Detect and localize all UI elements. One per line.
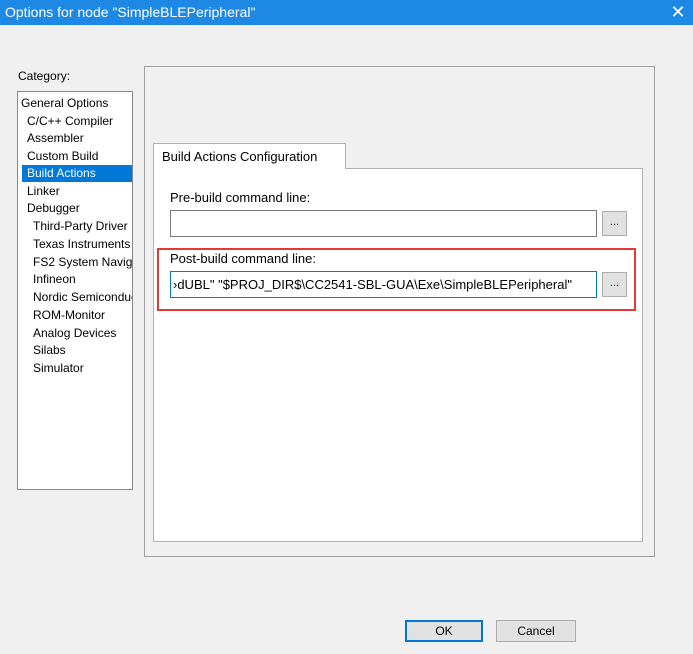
category-item-nordic-semiconductor[interactable]: Nordic Semiconductor [33,289,132,306]
category-label: Category: [18,69,71,83]
postbuild-command-value: ›dUBL" "$PROJ_DIR$\CC2541-SBL-GUA\Exe\Si… [173,277,572,292]
postbuild-label: Post-build command line: [170,251,316,266]
category-item-analog-devices[interactable]: Analog Devices [33,325,132,342]
cancel-button[interactable]: Cancel [496,620,576,642]
prebuild-browse-button[interactable]: ... [602,211,627,236]
ok-button[interactable]: OK [405,620,483,642]
category-item-texas-instruments[interactable]: Texas Instruments [33,236,132,253]
tab-label: Build Actions Configuration [162,149,318,164]
category-item-custom-build[interactable]: Custom Build [27,148,129,165]
category-item-c-cpp-compiler[interactable]: C/C++ Compiler [27,113,129,130]
category-item-fs2-system-navigator[interactable]: FS2 System Navigator [33,254,132,271]
category-list[interactable]: General Options C/C++ Compiler Assembler… [17,91,133,490]
category-item-third-party-driver[interactable]: Third-Party Driver [33,218,132,235]
postbuild-browse-button[interactable]: ... [602,272,627,297]
category-item-debugger[interactable]: Debugger [27,200,129,217]
category-item-linker[interactable]: Linker [27,183,129,200]
category-item-rom-monitor[interactable]: ROM-Monitor [33,307,132,324]
category-item-infineon[interactable]: Infineon [33,271,132,288]
title-bar: Options for node "SimpleBLEPeripheral" ✕ [0,0,693,25]
postbuild-command-input[interactable]: ›dUBL" "$PROJ_DIR$\CC2541-SBL-GUA\Exe\Si… [170,271,597,298]
prebuild-label: Pre-build command line: [170,190,311,205]
tab-build-actions-configuration[interactable]: Build Actions Configuration [153,143,346,169]
category-item-general-options[interactable]: General Options [21,95,129,112]
window-title: Options for node "SimpleBLEPeripheral" [5,4,256,20]
category-item-assembler[interactable]: Assembler [27,130,129,147]
prebuild-command-input[interactable] [170,210,597,237]
close-icon[interactable]: ✕ [663,0,693,25]
category-item-silabs[interactable]: Silabs [33,342,132,359]
category-item-simulator[interactable]: Simulator [33,360,132,377]
category-item-build-actions[interactable]: Build Actions [22,165,132,182]
